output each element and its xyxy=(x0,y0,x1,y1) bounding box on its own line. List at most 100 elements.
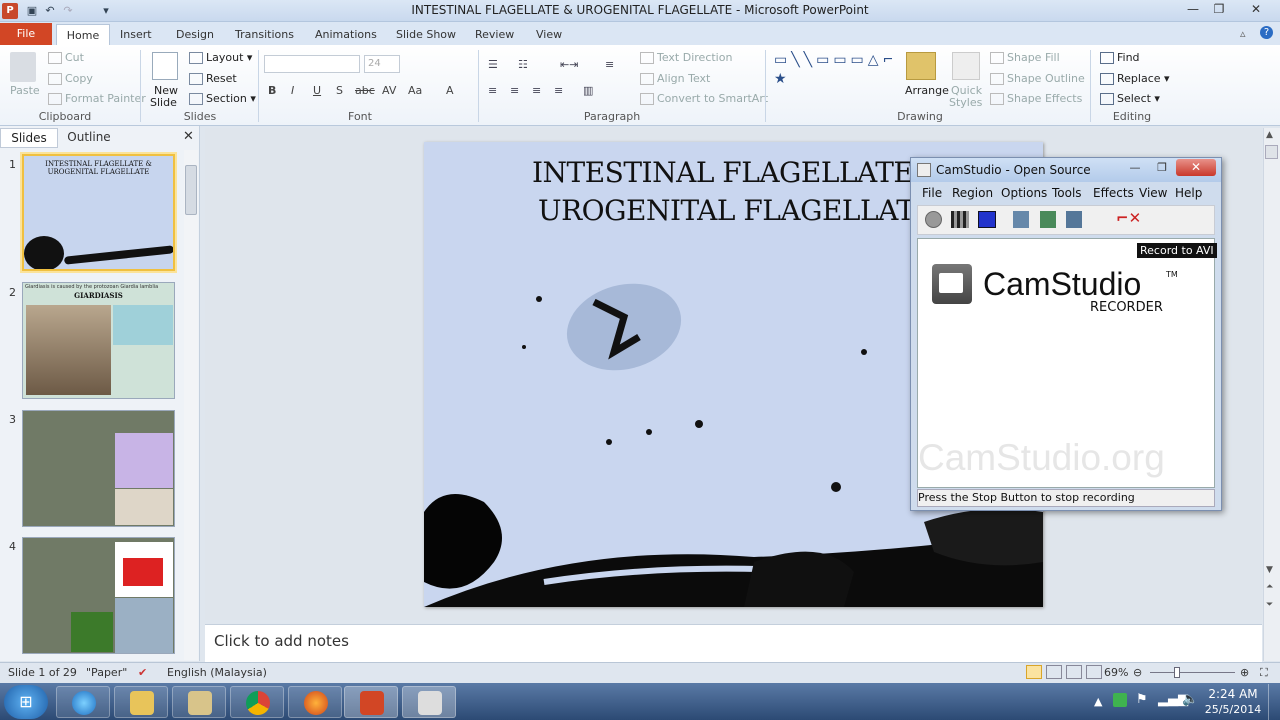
taskbar-explorer[interactable] xyxy=(114,686,168,718)
notes-pane[interactable] xyxy=(205,624,1262,662)
tab-design[interactable]: Design xyxy=(170,24,220,45)
options-icon[interactable] xyxy=(1040,211,1056,228)
camstudio-menu-file[interactable]: File xyxy=(922,186,942,200)
tab-home[interactable]: Home xyxy=(56,24,110,45)
justify-icon[interactable]: ≡ xyxy=(554,84,563,97)
quick-styles-icon[interactable] xyxy=(952,52,980,80)
zoom-in-icon[interactable]: ⊕ xyxy=(1240,666,1249,679)
tab-view[interactable]: View xyxy=(530,24,568,45)
tab-review[interactable]: Review xyxy=(469,24,520,45)
italic-icon[interactable]: I xyxy=(291,84,294,97)
bold-icon[interactable]: B xyxy=(268,84,276,97)
volume-icon[interactable]: 🔈 xyxy=(1182,692,1198,707)
zoom-slider[interactable] xyxy=(1150,672,1235,673)
clock-date[interactable]: 25/5/2014 xyxy=(1203,703,1263,716)
camstudio-app-icon[interactable] xyxy=(917,163,931,177)
slide-title-line-2[interactable]: UROGENITAL FLAGELLATE xyxy=(538,194,935,227)
columns-icon[interactable]: ▥ xyxy=(583,84,593,97)
numbering-icon[interactable]: ☷ xyxy=(518,58,528,71)
underline-icon[interactable]: U xyxy=(313,84,321,97)
zoom-out-icon[interactable]: ⊖ xyxy=(1133,666,1142,679)
language-indicator[interactable]: English (Malaysia) xyxy=(167,666,267,679)
fit-slide-icon[interactable]: ⛶ xyxy=(1260,666,1268,680)
camstudio-menu-view[interactable]: View xyxy=(1139,186,1167,200)
taskbar-chrome[interactable] xyxy=(230,686,284,718)
align-text-button[interactable]: Align Text xyxy=(640,72,710,85)
arrange-icon[interactable] xyxy=(906,52,936,80)
camstudio-menu-tools[interactable]: Tools xyxy=(1052,186,1082,200)
pause-icon[interactable] xyxy=(951,211,969,228)
camstudio-menu-help[interactable]: Help xyxy=(1175,186,1202,200)
slides-panel-scrollbar[interactable] xyxy=(184,150,198,660)
help-icon[interactable]: ? xyxy=(1260,26,1273,39)
strikethrough-icon[interactable]: abc xyxy=(355,84,375,97)
region-icon[interactable] xyxy=(1013,211,1029,228)
select-button[interactable]: Select ▾ xyxy=(1100,92,1160,105)
find-button[interactable]: Find xyxy=(1100,51,1140,64)
zoom-level[interactable]: 69% xyxy=(1104,666,1128,679)
convert-smartart-button[interactable]: Convert to SmartArt xyxy=(640,92,768,105)
line-spacing-icon[interactable]: ≡ xyxy=(605,58,614,71)
camstudio-minimize-icon[interactable]: — xyxy=(1122,159,1148,176)
scroll-up-icon[interactable]: ▲ xyxy=(1266,130,1273,140)
taskbar-powerpoint[interactable] xyxy=(344,686,398,718)
taskbar-files[interactable] xyxy=(172,686,226,718)
format-painter-button[interactable]: Format Painter xyxy=(48,92,146,105)
indent-icon[interactable]: ⇤⇥ xyxy=(560,58,578,71)
align-left-icon[interactable]: ≡ xyxy=(488,84,497,97)
next-slide-icon[interactable]: ⏷ xyxy=(1266,600,1273,610)
camstudio-maximize-icon[interactable]: ❐ xyxy=(1149,159,1175,176)
show-hidden-icons[interactable]: ▲ xyxy=(1094,695,1102,708)
swf-icon[interactable] xyxy=(1066,211,1082,228)
close-icon[interactable]: ✕ xyxy=(1236,0,1276,18)
shape-fill-button[interactable]: Shape Fill xyxy=(990,51,1060,64)
font-name-select[interactable] xyxy=(264,55,360,73)
stop-icon[interactable] xyxy=(978,211,996,228)
align-center-icon[interactable]: ≡ xyxy=(510,84,519,97)
annotate-icon[interactable]: ⌐✕ xyxy=(1116,209,1141,227)
bullets-icon[interactable]: ☰ xyxy=(488,58,498,71)
minimize-icon[interactable]: — xyxy=(1180,0,1206,18)
spellcheck-icon[interactable]: ✔ xyxy=(138,666,147,679)
arrange-button[interactable]: Arrange xyxy=(905,84,949,97)
tab-file[interactable]: File xyxy=(0,23,52,45)
notes-placeholder[interactable]: Click to add notes xyxy=(214,632,349,650)
slide-thumbnail-4[interactable] xyxy=(22,537,175,654)
camstudio-menu-effects[interactable]: Effects xyxy=(1093,186,1134,200)
flag-icon[interactable]: ⚑ xyxy=(1136,692,1148,707)
slides-panel-scroll-thumb[interactable] xyxy=(185,165,197,215)
slide-thumbnail-3[interactable] xyxy=(22,410,175,527)
new-slide-icon[interactable] xyxy=(152,52,178,80)
taskbar-ie[interactable] xyxy=(56,686,110,718)
camstudio-close-icon[interactable]: ✕ xyxy=(1176,159,1216,176)
main-scroll-thumb[interactable] xyxy=(1265,145,1278,159)
character-spacing-icon[interactable]: AV xyxy=(382,84,396,97)
paste-icon[interactable] xyxy=(10,52,36,82)
tray-app-icon[interactable] xyxy=(1113,693,1127,707)
align-right-icon[interactable]: ≡ xyxy=(532,84,541,97)
clock-time[interactable]: 2:24 AM xyxy=(1203,687,1263,701)
paste-button[interactable]: Paste xyxy=(10,84,40,97)
shape-outline-button[interactable]: Shape Outline xyxy=(990,72,1085,85)
tab-slide-show[interactable]: Slide Show xyxy=(390,24,462,45)
tab-slides-panel[interactable]: Slides xyxy=(0,128,58,148)
reset-button[interactable]: Reset xyxy=(189,72,237,85)
slide-title-line-1[interactable]: INTESTINAL FLAGELLATE & xyxy=(532,156,947,189)
change-case-icon[interactable]: Aa xyxy=(408,84,422,97)
show-desktop-button[interactable] xyxy=(1268,684,1280,720)
tab-insert[interactable]: Insert xyxy=(114,24,158,45)
panel-close-icon[interactable]: ✕ xyxy=(183,129,194,144)
font-size-select[interactable]: 24 xyxy=(364,55,400,73)
previous-slide-icon[interactable]: ⏶ xyxy=(1266,582,1273,592)
text-direction-button[interactable]: Text Direction xyxy=(640,51,732,64)
new-slide-label-2[interactable]: Slide xyxy=(150,96,177,109)
reading-view-icon[interactable] xyxy=(1066,665,1082,679)
slide-thumbnail-1[interactable]: INTESTINAL FLAGELLATE & UROGENITAL FLAGE… xyxy=(22,154,175,271)
shadow-icon[interactable]: S xyxy=(336,84,343,97)
taskbar-camstudio[interactable] xyxy=(402,686,456,718)
shapes-gallery[interactable]: ▭╲╲▭▭▭△⌐⌐⇨⇩◯↷∩⌒{}★ xyxy=(774,51,892,107)
tab-transitions[interactable]: Transitions xyxy=(229,24,300,45)
taskbar-firefox[interactable] xyxy=(288,686,342,718)
tab-outline-panel[interactable]: Outline xyxy=(60,128,118,148)
record-icon[interactable] xyxy=(925,211,942,228)
